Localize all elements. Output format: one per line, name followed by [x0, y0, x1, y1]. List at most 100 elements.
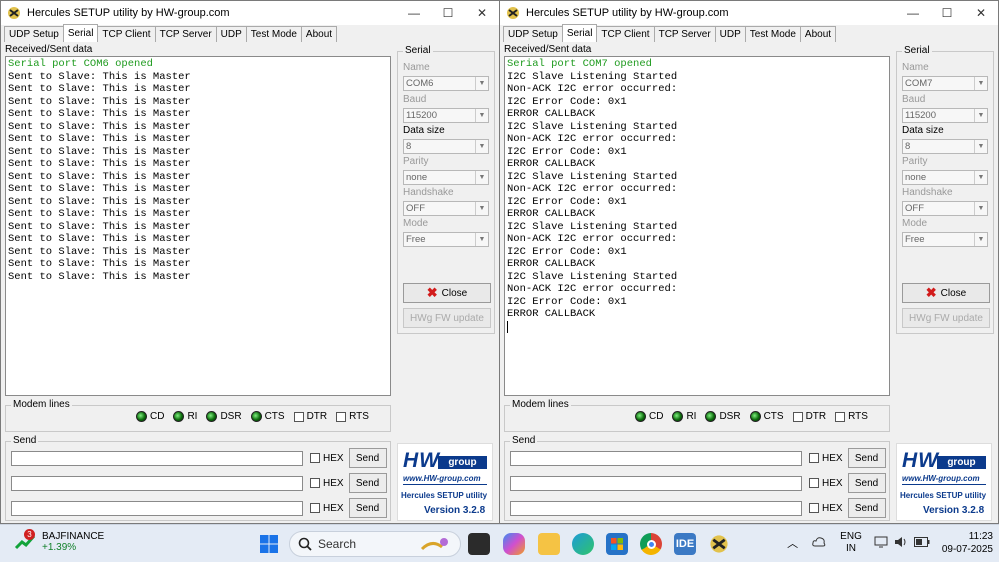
rts-checkbox[interactable]	[835, 411, 846, 422]
tab-udp-setup[interactable]: UDP Setup	[503, 26, 563, 42]
search-icon	[298, 537, 312, 551]
tab-tcp-client[interactable]: TCP Client	[97, 26, 156, 42]
send-input-2[interactable]	[510, 475, 802, 491]
baud-select[interactable]: 115200 ▼	[403, 108, 489, 123]
tab-test-mode[interactable]: Test Mode	[744, 26, 801, 42]
chevron-down-icon: ▼	[475, 109, 488, 122]
send-button-1[interactable]: Send	[847, 448, 886, 468]
hex-checkbox-2[interactable]	[809, 478, 819, 488]
volume-icon[interactable]	[894, 536, 908, 551]
mode-select[interactable]: Free ▼	[902, 232, 988, 247]
send-button-3[interactable]: Send	[847, 498, 886, 518]
console-line: Sent to Slave: This is Master	[8, 145, 191, 158]
edge-icon[interactable]	[572, 533, 594, 555]
console-line: Sent to Slave: This is Master	[8, 95, 191, 108]
console-line: Non-ACK I2C error occurred:	[507, 283, 678, 295]
chrome-icon[interactable]	[640, 533, 662, 555]
port-name-select[interactable]: COM6 ▼	[403, 76, 489, 91]
tab-test-mode[interactable]: Test Mode	[245, 26, 302, 42]
received-data-console[interactable]: Serial port COM7 opened I2C Slave Listeni…	[504, 56, 890, 396]
tab-serial[interactable]: Serial	[561, 24, 598, 42]
minimize-button[interactable]: —	[397, 1, 431, 25]
data-size-label: Data size	[403, 125, 445, 136]
baud-select[interactable]: 115200 ▼	[902, 108, 988, 123]
tab-udp[interactable]: UDP	[714, 26, 746, 42]
dtr-checkbox[interactable]	[792, 411, 803, 422]
tab-udp[interactable]: UDP	[215, 26, 247, 42]
parity-select[interactable]: none ▼	[902, 170, 988, 185]
hw-group-logo[interactable]: HW group www.HW-group.com Hercules SETUP…	[397, 443, 493, 521]
received-sent-label: Received/Sent data	[5, 44, 93, 55]
hw-group-logo[interactable]: HW group www.HW-group.com Hercules SETUP…	[896, 443, 992, 521]
hercules-app-icon	[507, 7, 519, 19]
search-placeholder: Search	[318, 537, 357, 551]
handshake-value: OFF	[406, 203, 425, 214]
stock-widget[interactable]: 3 BAJFINANCE +1.39%	[14, 529, 104, 553]
hex-checkbox-2[interactable]	[310, 478, 320, 488]
hex-checkbox-3[interactable]	[809, 503, 819, 513]
send-input-1[interactable]	[510, 450, 802, 466]
close-port-button[interactable]: ✖ Close	[902, 283, 990, 303]
logo-hw-text: HW	[403, 449, 440, 472]
battery-icon[interactable]	[913, 536, 930, 550]
tab-udp-setup[interactable]: UDP Setup	[4, 26, 64, 42]
clock[interactable]: 11:23 09-07-2025	[942, 530, 993, 556]
fw-update-button[interactable]: HWg FW update	[403, 308, 491, 328]
send-input-2[interactable]	[11, 475, 303, 491]
taskbar-search[interactable]: Search	[289, 531, 461, 557]
stm32-ide-icon[interactable]: IDE	[674, 533, 696, 555]
close-port-button[interactable]: ✖ Close	[403, 283, 491, 303]
handshake-select[interactable]: OFF ▼	[902, 201, 988, 216]
maximize-button[interactable]: ☐	[431, 1, 465, 25]
cloud-icon[interactable]	[812, 536, 826, 551]
port-name-select[interactable]: COM7 ▼	[902, 76, 988, 91]
send-button-3[interactable]: Send	[348, 498, 387, 518]
received-data-console[interactable]: Serial port COM6 opened Sent to Slave: Th…	[5, 56, 391, 396]
hex-label: HEX	[822, 502, 843, 514]
baud-label: Baud	[902, 94, 926, 105]
tab-tcp-client[interactable]: TCP Client	[596, 26, 655, 42]
console-line: I2C Slave Listening Started	[507, 120, 678, 133]
send-row-2: HEX Send	[510, 473, 886, 493]
windows-start-icon[interactable]	[258, 533, 280, 555]
region-code: IN	[846, 543, 856, 554]
mode-select[interactable]: Free ▼	[403, 232, 489, 247]
chevron-up-icon[interactable]: ︿	[787, 535, 798, 551]
language-indicator[interactable]: ENG IN	[840, 531, 862, 555]
minimize-button[interactable]: —	[896, 1, 930, 25]
parity-select[interactable]: none ▼	[403, 170, 489, 185]
task-view-icon[interactable]	[468, 533, 490, 555]
copilot-icon[interactable]	[503, 533, 525, 555]
send-button-1[interactable]: Send	[348, 448, 387, 468]
handshake-select[interactable]: OFF ▼	[403, 201, 489, 216]
send-button-2[interactable]: Send	[348, 473, 387, 493]
data-size-select[interactable]: 8 ▼	[902, 139, 988, 154]
chevron-down-icon: ▼	[974, 77, 987, 90]
rts-checkbox[interactable]	[336, 411, 347, 422]
close-window-button[interactable]: ✕	[964, 1, 998, 25]
file-explorer-icon[interactable]	[538, 533, 560, 555]
hercules-taskbar-icon[interactable]	[708, 533, 730, 555]
tab-tcp-server[interactable]: TCP Server	[653, 26, 716, 42]
close-window-button[interactable]: ✕	[465, 1, 499, 25]
fw-update-button[interactable]: HWg FW update	[902, 308, 990, 328]
tab-about[interactable]: About	[799, 26, 837, 42]
chevron-down-icon: ▼	[475, 140, 488, 153]
send-input-1[interactable]	[11, 450, 303, 466]
tab-serial[interactable]: Serial	[62, 24, 99, 42]
send-input-3[interactable]	[11, 500, 303, 516]
send-input-3[interactable]	[510, 500, 802, 516]
tab-tcp-server[interactable]: TCP Server	[154, 26, 217, 42]
store-icon[interactable]	[606, 533, 628, 555]
display-icon[interactable]	[874, 536, 888, 551]
hex-checkbox-1[interactable]	[310, 453, 320, 463]
tab-about[interactable]: About	[300, 26, 338, 42]
stock-change: +1.39%	[42, 542, 77, 553]
hex-checkbox-3[interactable]	[310, 503, 320, 513]
rts-label: RTS	[848, 411, 868, 422]
data-size-select[interactable]: 8 ▼	[403, 139, 489, 154]
hex-checkbox-1[interactable]	[809, 453, 819, 463]
send-button-2[interactable]: Send	[847, 473, 886, 493]
maximize-button[interactable]: ☐	[930, 1, 964, 25]
dtr-checkbox[interactable]	[293, 411, 304, 422]
